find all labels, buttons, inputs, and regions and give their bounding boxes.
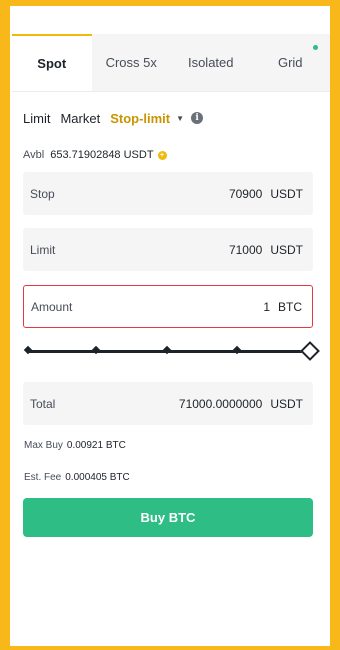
- est-fee-value: 0.000405 BTC: [65, 471, 130, 483]
- tab-label: Isolated: [187, 55, 234, 70]
- amount-field[interactable]: Amount 1 BTC: [23, 285, 313, 328]
- tab-grid[interactable]: Grid: [251, 34, 331, 91]
- tab-spot[interactable]: Spot: [12, 34, 92, 91]
- limit-unit: USDT: [270, 242, 303, 257]
- total-label: Total: [30, 396, 56, 411]
- limit-price-field[interactable]: Limit 71000 USDT: [23, 228, 313, 271]
- order-type-selector: Limit Market Stop-limit ▼ i: [23, 108, 204, 128]
- tab-label: Cross 5x: [105, 55, 157, 70]
- order-type-stop-limit[interactable]: Stop-limit: [110, 111, 170, 126]
- notification-dot: [313, 45, 318, 50]
- add-funds-icon[interactable]: +: [157, 150, 167, 160]
- max-buy-value: 0.00921 BTC: [66, 439, 126, 451]
- order-type-market[interactable]: Market: [60, 111, 100, 126]
- amount-value[interactable]: 1: [263, 300, 270, 314]
- available-value: 653.71902848 USDT: [50, 149, 154, 161]
- tab-label: Grid: [277, 55, 303, 70]
- amount-percent-slider[interactable]: [23, 341, 320, 361]
- tab-cross[interactable]: Cross 5x: [92, 34, 172, 91]
- amount-label: Amount: [31, 299, 73, 314]
- max-buy: Max Buy 0.00921 BTC: [24, 438, 126, 452]
- slider-handle[interactable]: [300, 341, 320, 361]
- tab-label: Spot: [37, 56, 67, 71]
- stop-unit: USDT: [270, 186, 303, 201]
- trading-mode-tabs: Spot Cross 5x Isolated Grid: [12, 34, 330, 92]
- total-value[interactable]: 71000.0000000: [179, 397, 262, 411]
- total-unit: USDT: [270, 396, 303, 411]
- order-type-limit[interactable]: Limit: [23, 111, 50, 126]
- available-label: Avbl: [23, 149, 45, 161]
- est-fee: Est. Fee 0.000405 BTC: [24, 470, 130, 484]
- tab-isolated[interactable]: Isolated: [171, 34, 251, 91]
- trade-panel: Spot Cross 5x Isolated Grid Limit Market…: [10, 6, 330, 646]
- caret-down-icon[interactable]: ▼: [176, 114, 184, 123]
- limit-label: Limit: [30, 242, 56, 257]
- stop-value[interactable]: 70900: [229, 187, 262, 201]
- info-icon[interactable]: i: [191, 112, 204, 124]
- available-balance: Avbl 653.71902848 USDT +: [23, 147, 167, 163]
- max-buy-label: Max Buy: [24, 439, 63, 451]
- buy-btc-button[interactable]: Buy BTC: [23, 498, 313, 537]
- stop-label: Stop: [30, 186, 55, 201]
- limit-value[interactable]: 71000: [229, 243, 262, 257]
- total-field[interactable]: Total 71000.0000000 USDT: [23, 382, 313, 425]
- amount-unit: BTC: [278, 299, 302, 314]
- stop-price-field[interactable]: Stop 70900 USDT: [23, 172, 313, 215]
- est-fee-label: Est. Fee: [24, 471, 62, 483]
